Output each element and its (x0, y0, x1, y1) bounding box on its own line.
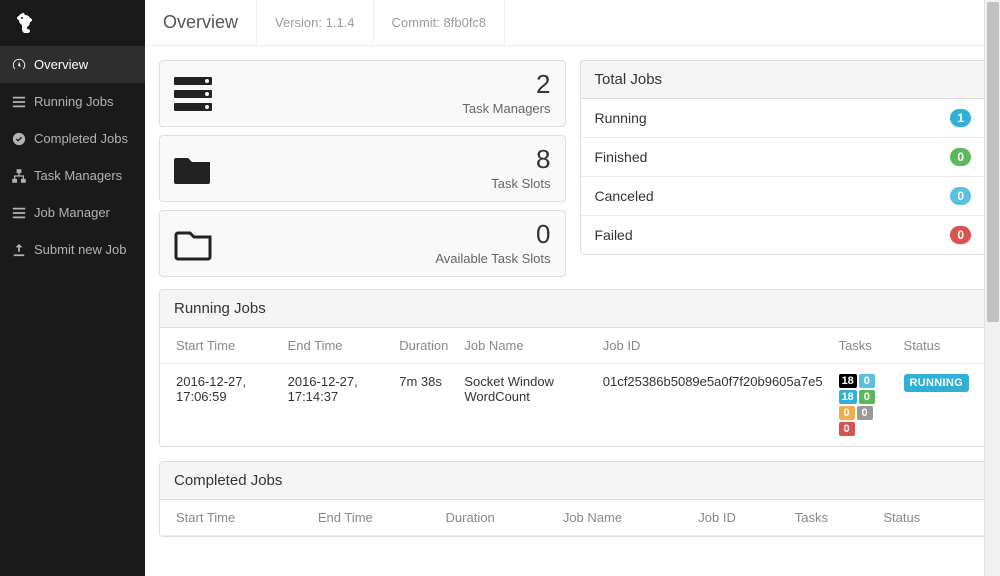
task-badge: 0 (857, 406, 873, 420)
list-icon (12, 95, 26, 109)
dashboard-icon (12, 58, 26, 72)
folder-open-icon (174, 227, 212, 261)
cell-end: 2016-12-27, 17:14:37 (280, 364, 392, 447)
column-header[interactable]: End Time (280, 328, 392, 364)
sitemap-icon (12, 169, 26, 183)
completed-jobs-table: Start TimeEnd TimeDurationJob NameJob ID… (160, 500, 985, 536)
column-header[interactable]: Status (896, 328, 985, 364)
task-badge: 0 (839, 422, 855, 436)
sidebar-item-running-jobs[interactable]: Running Jobs (0, 83, 145, 120)
task-badge: 0 (859, 374, 875, 388)
sidebar-item-overview[interactable]: Overview (0, 46, 145, 83)
status-row[interactable]: Running 1 (581, 99, 986, 137)
column-header[interactable]: Job Name (555, 500, 690, 536)
stat-value: 0 (435, 221, 550, 247)
server-icon (174, 77, 212, 111)
commit-label: Commit: 8fb0fc8 (374, 0, 506, 45)
folder-icon (174, 152, 212, 186)
sidebar: Overview Running Jobs Completed Jobs Tas… (0, 0, 145, 576)
status-label: Canceled (595, 188, 654, 204)
task-badges: 180180000 (839, 374, 888, 436)
column-header[interactable]: Start Time (160, 328, 280, 364)
upload-icon (12, 243, 26, 257)
stat-value: 8 (491, 146, 550, 172)
sidebar-item-task-managers[interactable]: Task Managers (0, 157, 145, 194)
column-header[interactable]: Start Time (160, 500, 310, 536)
stat-label: Task Managers (462, 101, 550, 116)
panel-title: Total Jobs (581, 61, 986, 99)
status-count-badge: 0 (950, 148, 971, 166)
nav-label: Completed Jobs (34, 131, 128, 146)
status-label: Running (595, 110, 647, 126)
running-jobs-table: Start TimeEnd TimeDurationJob NameJob ID… (160, 328, 985, 446)
stat-label: Task Slots (491, 176, 550, 191)
status-row[interactable]: Canceled 0 (581, 176, 986, 215)
status-row[interactable]: Finished 0 (581, 137, 986, 176)
nav-label: Running Jobs (34, 94, 114, 109)
column-header[interactable]: Job ID (595, 328, 831, 364)
bars-icon (12, 206, 26, 220)
status-label: Finished (595, 149, 648, 165)
nav-label: Submit new Job (34, 242, 127, 257)
sidebar-item-submit-job[interactable]: Submit new Job (0, 231, 145, 268)
content: 2 Task Managers 8 Task Slots (145, 46, 1000, 576)
squirrel-icon (12, 11, 36, 35)
stat-task-slots: 8 Task Slots (159, 135, 566, 202)
nav-label: Overview (34, 57, 88, 72)
completed-jobs-panel: Completed Jobs Start TimeEnd TimeDuratio… (159, 461, 986, 537)
status-label: Failed (595, 227, 633, 243)
page-title: Overview (145, 0, 257, 45)
stat-task-managers: 2 Task Managers (159, 60, 566, 127)
status-row[interactable]: Failed 0 (581, 215, 986, 254)
column-header[interactable]: Job ID (690, 500, 786, 536)
status-count-badge: 0 (950, 226, 971, 244)
stat-value: 2 (462, 71, 550, 97)
cell-name: Socket Window WordCount (456, 364, 594, 447)
cell-status: RUNNING (896, 364, 985, 447)
sidebar-item-job-manager[interactable]: Job Manager (0, 194, 145, 231)
cell-duration: 7m 38s (391, 364, 456, 447)
column-header[interactable]: Duration (438, 500, 555, 536)
nav-label: Job Manager (34, 205, 110, 220)
column-header[interactable]: Tasks (831, 328, 896, 364)
main: Overview Version: 1.1.4 Commit: 8fb0fc8 … (145, 0, 1000, 576)
column-header[interactable]: Job Name (456, 328, 594, 364)
status-count-badge: 0 (950, 187, 971, 205)
total-jobs-panel: Total Jobs Running1Finished0Canceled0Fai… (580, 60, 987, 255)
scrollbar-thumb[interactable] (987, 2, 999, 322)
column-header[interactable]: End Time (310, 500, 438, 536)
panel-title: Running Jobs (160, 290, 985, 328)
header: Overview Version: 1.1.4 Commit: 8fb0fc8 (145, 0, 1000, 46)
task-badge: 18 (839, 390, 857, 404)
status-badge: RUNNING (904, 374, 969, 392)
check-circle-icon (12, 132, 26, 146)
stat-label: Available Task Slots (435, 251, 550, 266)
version-label: Version: 1.1.4 (257, 0, 374, 45)
table-row[interactable]: 2016-12-27, 17:06:592016-12-27, 17:14:37… (160, 364, 985, 447)
vertical-scrollbar[interactable] (984, 0, 1000, 576)
column-header[interactable]: Tasks (787, 500, 876, 536)
nav-label: Task Managers (34, 168, 122, 183)
task-badge: 0 (839, 406, 855, 420)
running-jobs-panel: Running Jobs Start TimeEnd TimeDurationJ… (159, 289, 986, 447)
logo[interactable] (0, 0, 145, 46)
sidebar-item-completed-jobs[interactable]: Completed Jobs (0, 120, 145, 157)
column-header[interactable]: Duration (391, 328, 456, 364)
cell-start: 2016-12-27, 17:06:59 (160, 364, 280, 447)
status-count-badge: 1 (950, 109, 971, 127)
column-header[interactable]: Status (875, 500, 985, 536)
cell-id: 01cf25386b5089e5a0f7f20b9605a7e5 (595, 364, 831, 447)
task-badge: 18 (839, 374, 857, 388)
stat-available-slots: 0 Available Task Slots (159, 210, 566, 277)
panel-title: Completed Jobs (160, 462, 985, 500)
cell-tasks: 180180000 (831, 364, 896, 447)
task-badge: 0 (859, 390, 875, 404)
